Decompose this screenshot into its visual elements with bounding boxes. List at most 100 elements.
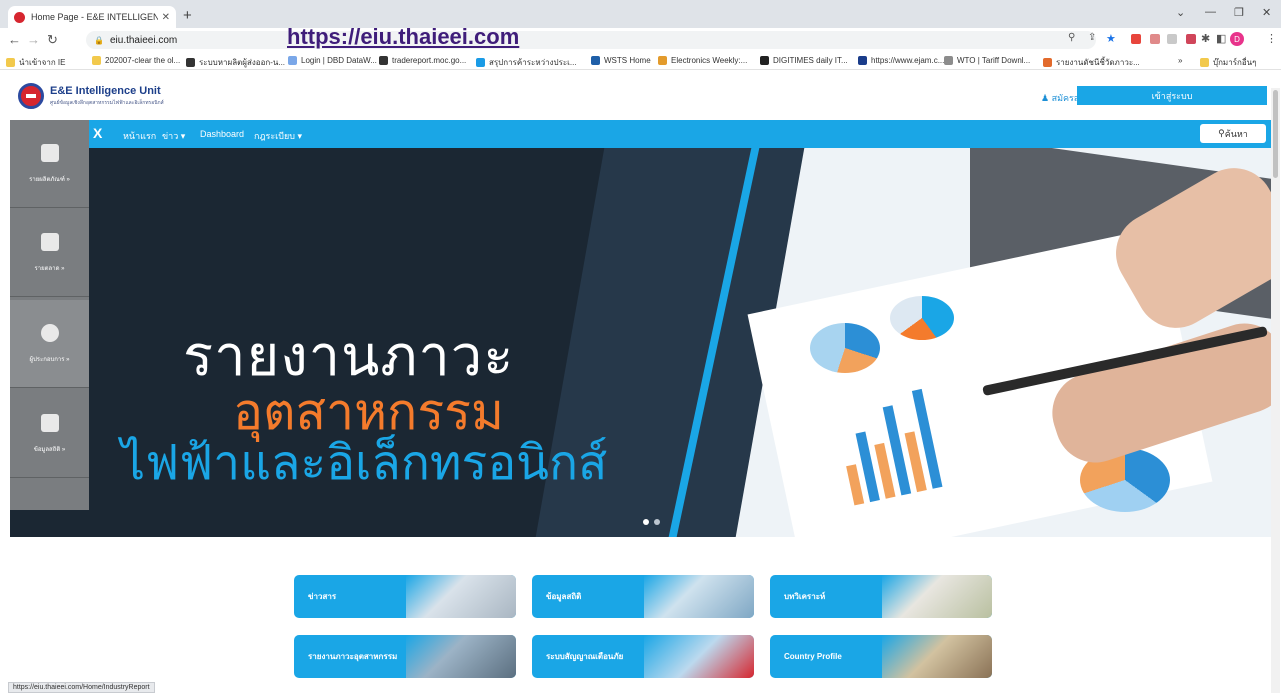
site-header: E&E Intelligence Unit ศูนย์ข้อมูลเชิงลึก… xyxy=(10,70,1276,120)
bookmark-star-icon[interactable]: ★ xyxy=(1106,32,1116,45)
browser-tab-bar: Home Page - E&E INTELLIGENCE ✕ + ⌄ — ❐ ✕ xyxy=(0,0,1281,28)
carousel-dot[interactable] xyxy=(654,519,660,525)
share-icon[interactable]: ⇪ xyxy=(1088,32,1096,43)
more-bookmarks-icon[interactable]: » xyxy=(1178,56,1182,65)
site-icon xyxy=(591,56,600,65)
side-menu-markets[interactable]: รายตลาด » xyxy=(10,209,89,297)
close-window-icon[interactable]: ✕ xyxy=(1262,6,1271,19)
chart-icon xyxy=(40,414,59,432)
main-nav-bar: X หน้าแรก ข่าว ▾ Dashboard กฎระเบียบ ▾ ⚲… xyxy=(10,120,1276,148)
close-menu-button[interactable]: X xyxy=(93,125,102,141)
bookmark-item[interactable]: สรุปการค้าระหว่างประเ... xyxy=(476,56,577,69)
browser-tab[interactable]: Home Page - E&E INTELLIGENCE ✕ xyxy=(8,6,176,28)
bookmark-item[interactable]: Login | DBD DataW... xyxy=(288,56,377,65)
quick-link-statistics[interactable]: ข้อมูลสถิติ xyxy=(532,575,754,618)
search-button[interactable]: ⚲ ค้นหา xyxy=(1200,124,1266,143)
scrollbar-thumb[interactable] xyxy=(1273,90,1278,178)
quick-link-industry-report[interactable]: รายงานภาวะอุตสาหกรรม xyxy=(294,635,516,678)
carousel-dot[interactable] xyxy=(643,519,649,525)
warehouse-image xyxy=(882,635,992,678)
newspaper-image xyxy=(406,575,516,618)
quick-link-analysis[interactable]: บทวิเคราะห์ xyxy=(770,575,992,618)
bookmark-item[interactable]: WSTS Home xyxy=(591,56,651,65)
side-menu-statistics[interactable]: ข้อมูลสถิติ » xyxy=(10,390,89,478)
quick-link-news[interactable]: ข่าวสาร xyxy=(294,575,516,618)
extension-icon[interactable] xyxy=(1167,34,1177,44)
site-logo-subtitle: ศูนย์ข้อมูลเชิงลึกอุตสาหกรรมไฟฟ้าและอิเล… xyxy=(50,100,164,106)
nav-regulations[interactable]: กฎระเบียบ ▾ xyxy=(254,129,302,143)
globe-icon xyxy=(379,56,388,65)
other-bookmarks-folder[interactable]: บุ๊กมาร์กอื่นๆ xyxy=(1200,56,1256,69)
search-icon: ⚲ xyxy=(1218,128,1225,138)
carousel-indicators xyxy=(643,519,660,525)
nav-home[interactable]: หน้าแรก xyxy=(123,129,156,143)
bookmark-item[interactable]: DIGITIMES daily IT... xyxy=(760,56,848,65)
quick-link-warning-system[interactable]: ระบบสัญญาณเตือนภัย xyxy=(532,635,754,678)
alarm-light-image xyxy=(644,635,754,678)
bookmark-item[interactable]: Electronics Weekly:... xyxy=(658,56,747,65)
minimize-icon[interactable]: — xyxy=(1205,6,1216,18)
statistics-chart-image xyxy=(644,575,754,618)
tab-title: Home Page - E&E INTELLIGENCE xyxy=(31,12,158,22)
restore-icon[interactable]: ❐ xyxy=(1234,6,1244,19)
url-text: eiu.thaieei.com xyxy=(109,34,178,46)
lock-icon: 🔒 xyxy=(94,35,104,45)
close-tab-icon[interactable]: ✕ xyxy=(162,12,170,23)
box-icon xyxy=(40,144,59,162)
site-icon xyxy=(476,58,485,67)
documents-image xyxy=(882,575,992,618)
extension-icon[interactable] xyxy=(1150,34,1160,44)
folder-icon xyxy=(6,58,15,67)
bookmark-item[interactable]: WTO | Tariff Downl... xyxy=(944,56,1030,65)
side-menu-products[interactable]: รายผลิตภัณฑ์ » xyxy=(10,120,89,208)
store-icon xyxy=(40,233,59,251)
site-icon xyxy=(858,56,867,65)
side-panel-icon[interactable]: ◧ xyxy=(1216,32,1226,45)
bookmark-item[interactable]: tradereport.moc.go... xyxy=(379,56,466,65)
reload-icon[interactable]: ↻ xyxy=(47,32,58,48)
site-icon xyxy=(288,56,297,65)
site-icon xyxy=(1043,58,1052,67)
site-favicon-icon xyxy=(14,11,25,23)
folder-icon xyxy=(92,56,101,65)
browser-menu-icon[interactable]: ⋮ xyxy=(1266,32,1277,45)
profile-avatar[interactable]: D xyxy=(1230,32,1244,46)
nav-news[interactable]: ข่าว ▾ xyxy=(162,129,185,143)
workers-image xyxy=(406,635,516,678)
link-status-bar: https://eiu.thaieei.com/Home/IndustryRep… xyxy=(8,682,155,693)
side-menu-operators[interactable]: ผู้ประกอบการ » xyxy=(10,300,89,388)
overlay-url-caption[interactable]: https://eiu.thaieei.com xyxy=(287,24,519,50)
hero-headline-line3: ไฟฟ้าและอิเล็กทรอนิกส์ xyxy=(121,437,608,490)
eiu-logo-icon[interactable] xyxy=(18,83,44,109)
bookmark-item[interactable]: นำเข้าจาก IE xyxy=(6,56,65,69)
site-icon xyxy=(760,56,769,65)
login-button[interactable]: เข้าสู่ระบบ xyxy=(1077,86,1267,105)
back-icon[interactable]: ← xyxy=(8,32,21,47)
pie-chart-image xyxy=(890,296,954,340)
bookmarks-bar: นำเข้าจาก IE 202007-clear the ol... ระบบ… xyxy=(0,52,1281,70)
side-menu: รายผลิตภัณฑ์ » รายตลาด » ผู้ประกอบการ » … xyxy=(10,120,89,510)
bookmark-item[interactable]: https://www.ejam.c... xyxy=(858,56,944,65)
extension-pdf-icon[interactable] xyxy=(1131,34,1141,44)
address-bar-row: ← → ↻ 🔒 eiu.thaieei.com ⚲ ⇪ ★ xyxy=(0,28,1281,52)
user-plus-icon: ♟ xyxy=(1041,93,1052,103)
bookmark-item[interactable]: ระบบหาผลิตผู้ส่งออก-น... xyxy=(186,56,285,69)
bookmark-item[interactable]: รายงานดัชนีชี้วัดภาวะ... xyxy=(1043,56,1140,69)
site-icon xyxy=(944,56,953,65)
tab-search-icon[interactable]: ⌄ xyxy=(1176,6,1185,19)
extensions-puzzle-icon[interactable]: ✱ xyxy=(1201,32,1210,45)
globe-icon xyxy=(186,58,195,67)
url-input[interactable]: 🔒 eiu.thaieei.com xyxy=(86,31,1096,49)
extension-icon[interactable] xyxy=(1186,34,1196,44)
forward-icon[interactable]: → xyxy=(27,32,40,47)
zoom-icon[interactable]: ⚲ xyxy=(1068,32,1075,43)
site-logo-title[interactable]: E&E Intelligence Unit xyxy=(50,85,161,97)
page-scrollbar[interactable] xyxy=(1271,88,1280,693)
site-icon xyxy=(658,56,667,65)
bookmark-item[interactable]: 202007-clear the ol... xyxy=(92,56,180,65)
pie-chart-image xyxy=(810,323,880,373)
nav-dashboard[interactable]: Dashboard xyxy=(200,129,244,139)
new-tab-icon[interactable]: + xyxy=(183,7,192,24)
quick-link-country-profile[interactable]: Country Profile xyxy=(770,635,992,678)
person-icon xyxy=(40,324,59,342)
